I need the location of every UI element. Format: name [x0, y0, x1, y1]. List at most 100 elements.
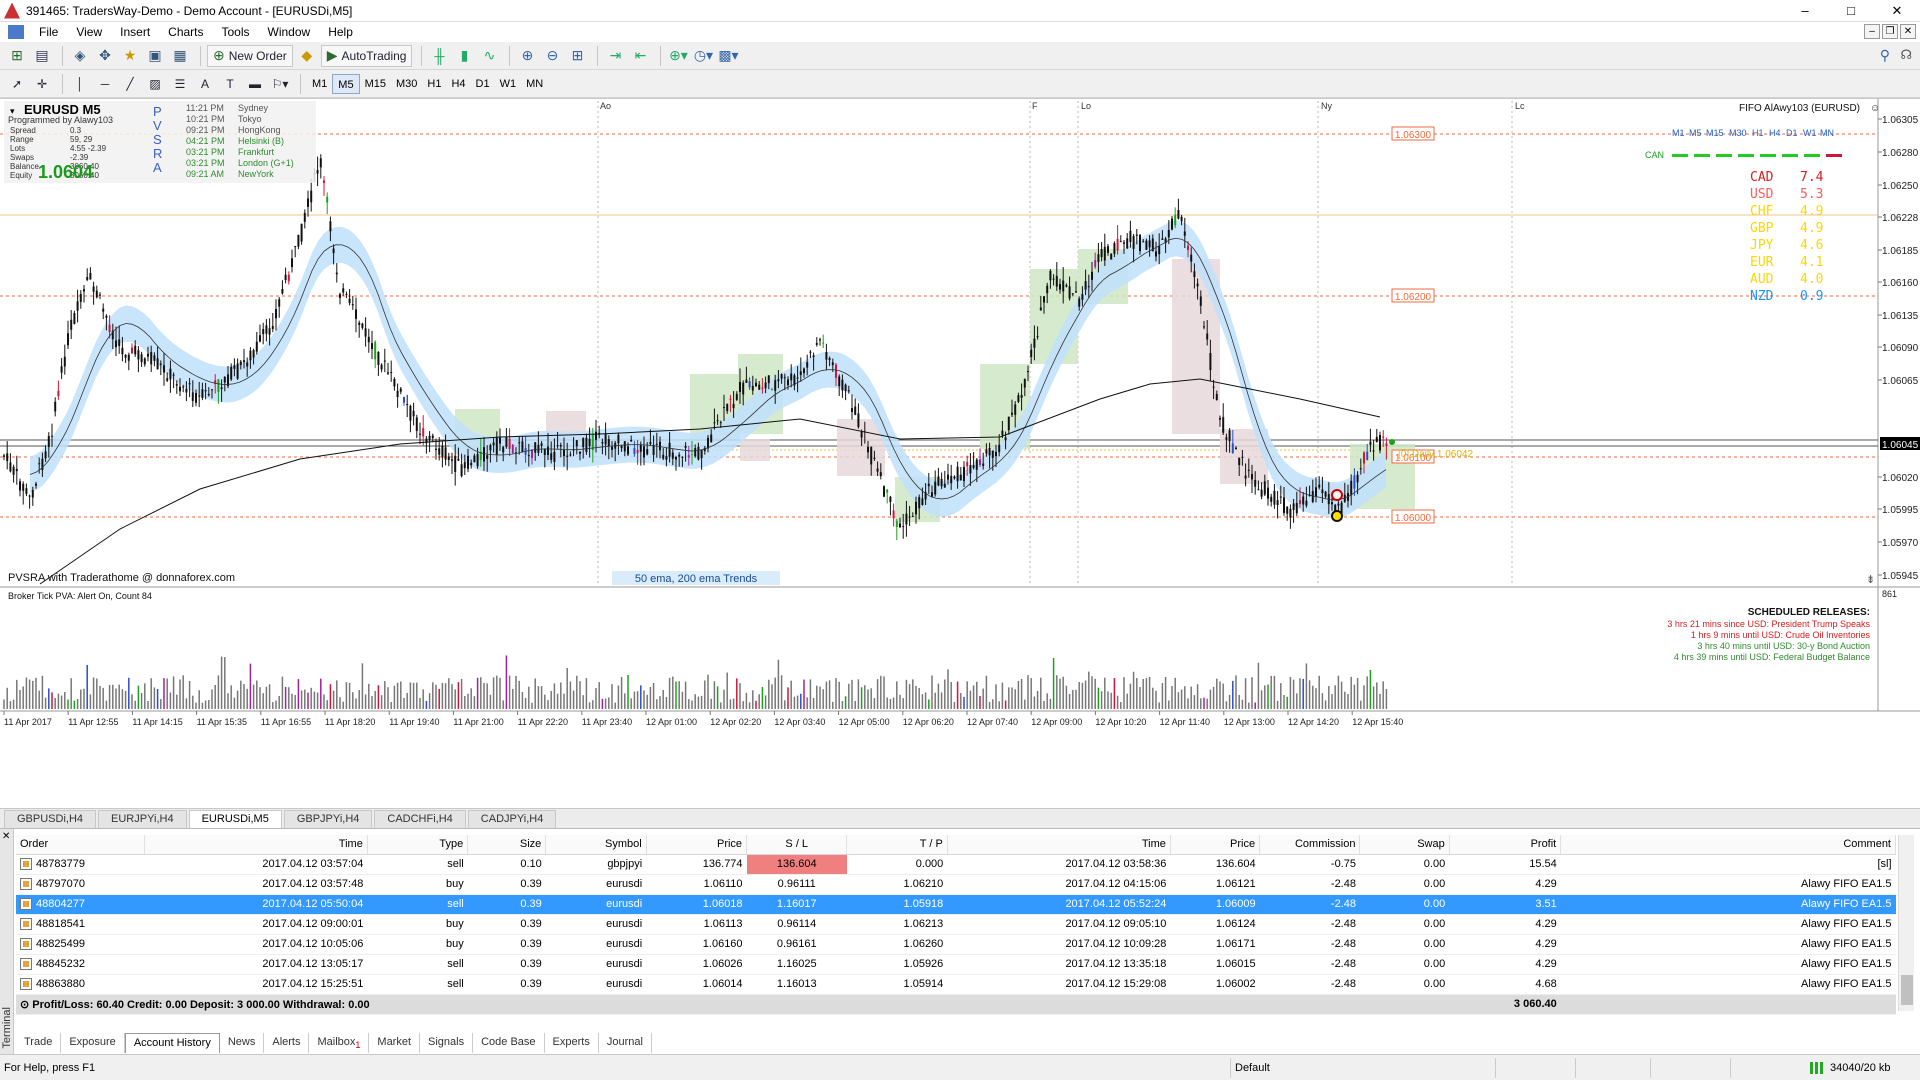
order-marker[interactable] [1389, 439, 1395, 445]
terminal-tab[interactable]: Experts [545, 1033, 599, 1053]
mdi-restore-button[interactable]: ❐ [1882, 24, 1898, 39]
vertical-line-icon[interactable]: │ [69, 73, 91, 95]
data-window-icon[interactable]: ✥ [94, 45, 116, 67]
auto-scroll-icon[interactable]: ⇥ [604, 45, 626, 67]
indicators-icon[interactable]: ⊕▾ [667, 45, 689, 67]
periods-icon[interactable]: ◷▾ [692, 45, 714, 67]
terminal-tab[interactable]: News [220, 1033, 265, 1053]
menu-insert[interactable]: Insert [111, 25, 159, 39]
profile-name[interactable]: Default [1230, 1057, 1490, 1078]
timeframe-m30[interactable]: M30 [391, 74, 422, 94]
trendline-icon[interactable]: ╱ [119, 73, 141, 95]
column-header[interactable]: Price [1170, 835, 1261, 855]
menu-file[interactable]: File [30, 25, 67, 39]
column-header[interactable]: Symbol [545, 835, 647, 855]
cursor-icon[interactable]: ➚ [6, 73, 28, 95]
chart-tab[interactable]: EURJPYi,H4 [98, 810, 187, 828]
terminal-tab[interactable]: Signals [420, 1033, 474, 1053]
chart-shift-icon[interactable]: ⇤ [629, 45, 651, 67]
tile-windows-icon[interactable]: ⊞ [566, 45, 588, 67]
line-chart-icon[interactable]: ∿ [478, 45, 500, 67]
close-button[interactable]: ✕ [1874, 0, 1920, 22]
text-label-icon[interactable]: T [219, 73, 241, 95]
terminal-tab[interactable]: Journal [599, 1033, 652, 1053]
chart-tab[interactable]: GBPJPYi,H4 [283, 810, 373, 828]
minimize-button[interactable]: – [1782, 0, 1828, 22]
profiles-icon[interactable]: ▤ [31, 45, 53, 67]
navigator-icon[interactable]: ★ [119, 45, 141, 67]
mdi-close-button[interactable]: ✕ [1900, 24, 1916, 39]
terminal-tab[interactable]: Alerts [264, 1033, 310, 1053]
shapes-icon[interactable]: ⚐▾ [269, 73, 291, 95]
column-header[interactable]: Comment [1560, 835, 1896, 855]
timeframe-h4[interactable]: H4 [446, 74, 470, 94]
terminal-tab[interactable]: Account History [124, 1033, 220, 1053]
table-row[interactable]: 48818541 2017.04.12 09:00:01 buy 0.39 eurusd… [16, 914, 1896, 935]
strategy-tester-icon[interactable]: ▦ [169, 45, 191, 67]
price-chart[interactable]: 1.063001.062001.061001.060001.063051.062… [0, 99, 1920, 809]
fibonacci-icon[interactable]: ☰ [169, 73, 191, 95]
community-icon[interactable]: ☊ [1900, 47, 1912, 63]
scrollbar-thumb[interactable] [1901, 975, 1913, 1005]
menu-tools[interactable]: Tools [213, 25, 259, 39]
terminal-tab[interactable]: Mailbox1 [309, 1033, 370, 1053]
order-marker[interactable] [1331, 510, 1343, 522]
text-icon[interactable]: A [194, 73, 216, 95]
autotrading-button[interactable]: ▶ AutoTrading [320, 44, 413, 67]
column-header[interactable]: Profit [1449, 835, 1562, 855]
zoom-out-icon[interactable]: ⊖ [541, 45, 563, 67]
timeframe-w1[interactable]: W1 [495, 74, 522, 94]
column-header[interactable]: Time [144, 835, 368, 855]
timeframe-h1[interactable]: H1 [422, 74, 446, 94]
mdi-minimize-button[interactable]: – [1864, 24, 1880, 39]
equidistant-channel-icon[interactable]: ▨ [144, 73, 166, 95]
chart-tab[interactable]: CADJPYi,H4 [467, 810, 557, 828]
table-row[interactable]: 48797070 2017.04.12 03:57:48 buy 0.39 eurusd… [16, 874, 1896, 895]
new-chart-icon[interactable]: ⊞ [6, 45, 28, 67]
chart-tab[interactable]: EURUSDi,M5 [188, 810, 282, 828]
column-header[interactable]: Type [367, 835, 469, 855]
chart-shift-marker-icon[interactable]: ⇟ [1866, 574, 1875, 586]
terminal-icon[interactable]: ▣ [144, 45, 166, 67]
column-header[interactable]: T / P [846, 835, 948, 855]
table-row[interactable]: 48804277 2017.04.12 05:50:04 sell 0.39 eurus… [16, 894, 1896, 915]
horizontal-line-icon[interactable]: ─ [94, 73, 116, 95]
column-header[interactable]: S / L [746, 835, 848, 855]
table-row[interactable]: 48845232 2017.04.12 13:05:17 sell 0.39 eurus… [16, 954, 1896, 975]
chart-window-icon[interactable] [8, 25, 24, 39]
menu-charts[interactable]: Charts [159, 25, 212, 39]
timeframe-mn[interactable]: MN [521, 74, 548, 94]
timeframe-m1[interactable]: M1 [307, 74, 332, 94]
templates-icon[interactable]: ▩▾ [717, 45, 739, 67]
column-header[interactable]: Time [947, 835, 1171, 855]
chart-window[interactable]: 1.06300 1.06200 1.06100 1.06000 1.06305 1.062… [0, 98, 1920, 809]
bar-chart-icon[interactable]: ╫ [428, 45, 450, 67]
table-row[interactable]: 48863880 2017.04.12 15:25:51 sell 0.39 eurus… [16, 974, 1896, 995]
crosshair-icon[interactable]: ✛ [31, 73, 53, 95]
terminal-tab[interactable]: Market [369, 1033, 421, 1053]
timeframe-m15[interactable]: M15 [360, 74, 391, 94]
column-header[interactable]: Price [646, 835, 748, 855]
terminal-close-icon[interactable]: ✕ [2, 831, 10, 842]
metaeditor-icon[interactable]: ◆ [296, 45, 318, 67]
search-icon[interactable]: ⚲ [1880, 47, 1890, 64]
maximize-button[interactable]: □ [1828, 0, 1874, 22]
terminal-tab[interactable]: Code Base [473, 1033, 545, 1053]
order-marker[interactable] [1331, 489, 1343, 501]
market-watch-icon[interactable]: ◈ [69, 45, 91, 67]
arrows-icon[interactable]: ▬ [244, 73, 266, 95]
menu-help[interactable]: Help [319, 25, 362, 39]
timeframe-m5[interactable]: M5 [332, 73, 360, 94]
column-header[interactable]: Swap [1359, 835, 1450, 855]
menu-window[interactable]: Window [259, 25, 320, 39]
column-header[interactable]: Size [467, 835, 547, 855]
table-row[interactable]: 48783779 2017.04.12 03:57:04 sell 0.10 gbpjp… [16, 854, 1896, 875]
chart-tab[interactable]: GBPUSDi,H4 [4, 810, 97, 828]
chart-tab[interactable]: CADCHFi,H4 [374, 810, 466, 828]
terminal-scrollbar[interactable] [1898, 835, 1914, 1011]
candlestick-icon[interactable]: ▮ [453, 45, 475, 67]
timeframe-d1[interactable]: D1 [471, 74, 495, 94]
table-row[interactable]: 48825499 2017.04.12 10:05:06 buy 0.39 eurusd… [16, 934, 1896, 955]
new-order-button[interactable]: ⊕ New Order [207, 44, 293, 67]
terminal-tab[interactable]: Trade [16, 1033, 62, 1053]
